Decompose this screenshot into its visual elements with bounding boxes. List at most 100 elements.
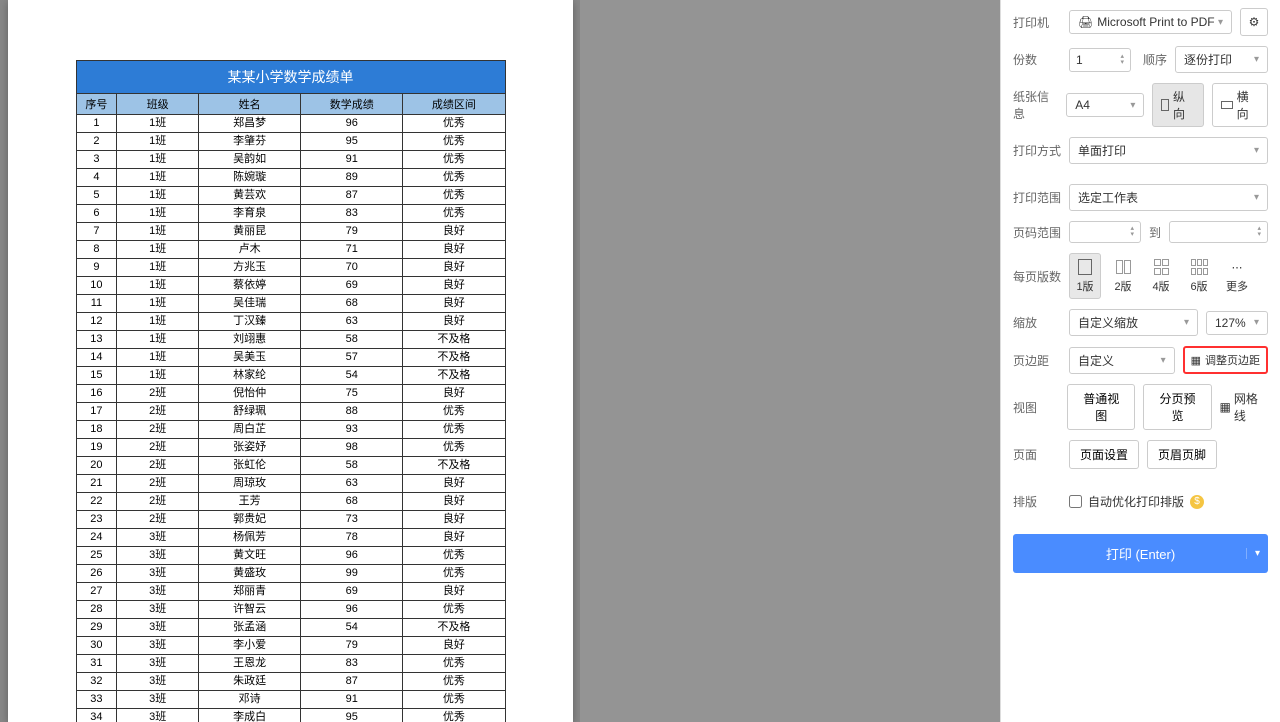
layout-more-button[interactable]: ⋯ 更多: [1221, 253, 1253, 299]
page-from-input[interactable]: ▴▾: [1069, 221, 1141, 243]
table-row: 141班吴美玉57不及格: [76, 349, 505, 367]
chevron-down-icon: ▾: [1254, 145, 1259, 156]
layout-4-icon: [1150, 258, 1172, 276]
chevron-down-icon: ▾: [1254, 192, 1259, 203]
orientation-portrait-button[interactable]: 纵向: [1152, 83, 1204, 127]
auto-optimize-input[interactable]: [1069, 495, 1082, 508]
auto-optimize-checkbox[interactable]: 自动优化打印排版 $: [1069, 493, 1204, 510]
to-spinner[interactable]: ▴▾: [1257, 226, 1261, 238]
table-row: 11班郑昌梦96优秀: [76, 115, 505, 133]
table-row: 21班李肇芬95优秀: [76, 133, 505, 151]
view-normal-button[interactable]: 普通视图: [1067, 384, 1135, 430]
margin-select[interactable]: 自定义 ▾: [1069, 347, 1175, 374]
table-row: 333班邓诗91优秀: [76, 691, 505, 709]
table-row: 243班杨佩芳78良好: [76, 529, 505, 547]
chevron-down-icon: ▾: [1218, 17, 1223, 28]
from-spinner[interactable]: ▴▾: [1130, 226, 1134, 238]
layout-4up-button[interactable]: 4版: [1145, 253, 1177, 299]
table-row: 273班郑丽青69良好: [76, 583, 505, 601]
table-row: 101班蔡依婷69良好: [76, 277, 505, 295]
table-row: 182班周白芷93优秀: [76, 421, 505, 439]
gridlines-toggle[interactable]: ▦ 网格线: [1220, 390, 1268, 424]
table-row: 162班倪怡仲75良好: [76, 385, 505, 403]
copies-label: 份数: [1013, 51, 1061, 68]
table-row: 172班舒绿珮88优秀: [76, 403, 505, 421]
table-row: 131班刘翊惠58不及格: [76, 331, 505, 349]
table-row: 31班吴韵如91优秀: [76, 151, 505, 169]
table-row: 313班王恩龙83优秀: [76, 655, 505, 673]
chevron-down-icon: ▾: [1254, 317, 1259, 328]
print-range-select[interactable]: 选定工作表 ▾: [1069, 184, 1268, 211]
more-icon: ⋯: [1226, 258, 1248, 276]
order-select[interactable]: 逐份打印 ▾: [1175, 46, 1268, 73]
view-label: 视图: [1013, 399, 1059, 416]
chevron-down-icon[interactable]: ▾: [1246, 548, 1260, 559]
layout-2-icon: [1112, 258, 1134, 276]
page-range-label: 页码范围: [1013, 224, 1061, 241]
printer-label: 打印机: [1013, 14, 1061, 31]
table-row: 81班卢木71良好: [76, 241, 505, 259]
print-button[interactable]: 打印 (Enter) ▾: [1013, 534, 1268, 573]
orientation-landscape-button[interactable]: 横向: [1212, 83, 1268, 127]
layout-1-icon: [1074, 258, 1096, 276]
page-range-to-label: 到: [1149, 224, 1161, 241]
table-row: 293班张孟涵54不及格: [76, 619, 505, 637]
portrait-icon: [1161, 99, 1169, 111]
chevron-down-icon: ▾: [1130, 100, 1135, 111]
page-label: 页面: [1013, 446, 1061, 463]
document-page: 某某小学数学成绩单 序号 班级 姓名 数学成绩 成绩区间 11班郑昌梦96优秀2…: [8, 0, 573, 722]
copies-spinner[interactable]: ▴▾: [1120, 54, 1124, 66]
table-row: 71班黄丽昆79良好: [76, 223, 505, 241]
page-setup-button[interactable]: 页面设置: [1069, 440, 1139, 469]
paper-label: 纸张信息: [1013, 88, 1058, 122]
print-mode-label: 打印方式: [1013, 142, 1061, 159]
zoom-value-select[interactable]: 127% ▾: [1206, 311, 1268, 335]
layout-2up-button[interactable]: 2版: [1107, 253, 1139, 299]
paper-select[interactable]: A4 ▾: [1066, 93, 1144, 117]
printer-icon: 🖨: [1078, 15, 1093, 29]
table-row: 51班黄芸欢87优秀: [76, 187, 505, 205]
view-page-button[interactable]: 分页预览: [1143, 384, 1211, 430]
preview-gap: [580, 0, 1000, 722]
table-row: 121班丁汉臻63良好: [76, 313, 505, 331]
header-footer-button[interactable]: 页眉页脚: [1147, 440, 1217, 469]
layout-6up-button[interactable]: 6版: [1183, 253, 1215, 299]
table-row: 283班许智云96优秀: [76, 601, 505, 619]
chevron-down-icon: ▾: [1254, 54, 1259, 65]
layout-1up-button[interactable]: 1版: [1069, 253, 1101, 299]
table-row: 41班陈婉璇89优秀: [76, 169, 505, 187]
printer-settings-button[interactable]: ⚙: [1240, 8, 1268, 36]
adjust-margin-button[interactable]: ▦ 调整页边距: [1183, 346, 1268, 374]
margin-label: 页边距: [1013, 352, 1061, 369]
table-row: 212班周琼玫63良好: [76, 475, 505, 493]
print-range-label: 打印范围: [1013, 189, 1061, 206]
print-preview-area: 某某小学数学成绩单 序号 班级 姓名 数学成绩 成绩区间 11班郑昌梦96优秀2…: [0, 0, 580, 722]
table-row: 253班黄文旺96优秀: [76, 547, 505, 565]
table-header-row: 序号 班级 姓名 数学成绩 成绩区间: [76, 94, 505, 115]
table-row: 303班李小爱79良好: [76, 637, 505, 655]
table-row: 323班朱政廷87优秀: [76, 673, 505, 691]
table-row: 343班李成白95优秀: [76, 709, 505, 722]
chevron-down-icon: ▾: [1184, 317, 1189, 328]
printer-select[interactable]: 🖨 Microsoft Print to PDF ▾: [1069, 10, 1232, 34]
layout-6-icon: [1188, 258, 1210, 276]
margin-icon: ▦: [1191, 354, 1201, 367]
table-row: 263班黄盛玫99优秀: [76, 565, 505, 583]
grades-table: 某某小学数学成绩单 序号 班级 姓名 数学成绩 成绩区间 11班郑昌梦96优秀2…: [76, 60, 506, 722]
gear-icon: ⚙: [1249, 15, 1260, 29]
table-row: 192班张姿妤98优秀: [76, 439, 505, 457]
table-row: 222班王芳68良好: [76, 493, 505, 511]
zoom-label: 缩放: [1013, 314, 1061, 331]
print-settings-sidebar: 打印机 🖨 Microsoft Print to PDF ▾ ⚙ 份数 1 ▴▾…: [1000, 0, 1280, 722]
table-row: 91班方兆玉70良好: [76, 259, 505, 277]
zoom-mode-select[interactable]: 自定义缩放 ▾: [1069, 309, 1198, 336]
table-row: 202班张虹伦58不及格: [76, 457, 505, 475]
chevron-down-icon: ▾: [1161, 355, 1166, 366]
copies-input[interactable]: 1 ▴▾: [1069, 48, 1131, 72]
table-row: 61班李育泉83优秀: [76, 205, 505, 223]
page-to-input[interactable]: ▴▾: [1169, 221, 1268, 243]
print-mode-select[interactable]: 单面打印 ▾: [1069, 137, 1268, 164]
table-row: 232班郭贵妃73良好: [76, 511, 505, 529]
landscape-icon: [1221, 101, 1232, 109]
table-row: 111班吴佳瑞68良好: [76, 295, 505, 313]
